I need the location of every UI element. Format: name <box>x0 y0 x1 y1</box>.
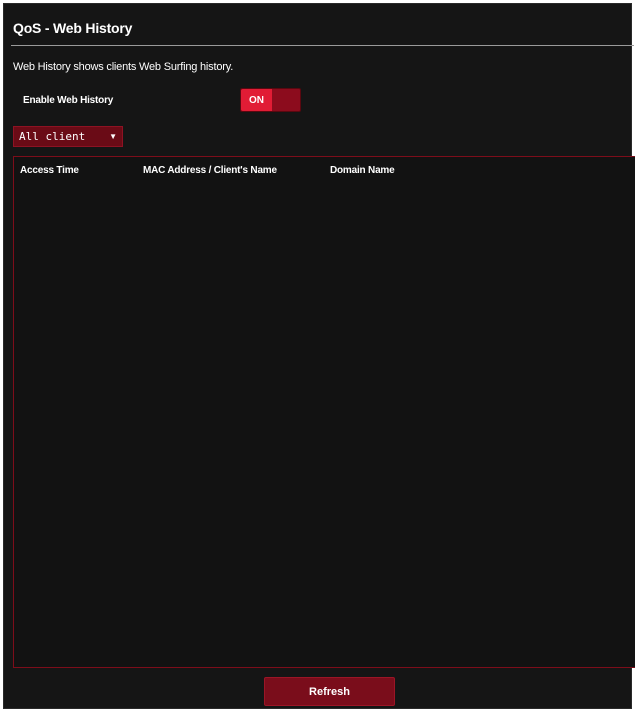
refresh-button[interactable]: Refresh <box>264 677 395 706</box>
web-history-panel: QoS - Web History Web History shows clie… <box>3 3 635 709</box>
column-header-access-time: Access Time <box>20 165 79 176</box>
toggle-on-label: ON <box>241 89 272 111</box>
caret-down-icon: ▼ <box>109 132 117 141</box>
client-filter-value: All client <box>19 130 86 143</box>
column-header-domain-name: Domain Name <box>330 165 395 176</box>
column-header-mac-address: MAC Address / Client's Name <box>143 165 277 176</box>
page-description: Web History shows clients Web Surfing hi… <box>13 61 234 73</box>
enable-web-history-toggle[interactable]: ON <box>240 88 301 112</box>
enable-web-history-label: Enable Web History <box>23 95 114 106</box>
page-title: QoS - Web History <box>13 20 133 36</box>
title-divider <box>11 45 634 46</box>
web-history-table: Access Time MAC Address / Client's Name … <box>13 156 635 668</box>
client-filter-select[interactable]: All client ▼ <box>13 126 123 147</box>
